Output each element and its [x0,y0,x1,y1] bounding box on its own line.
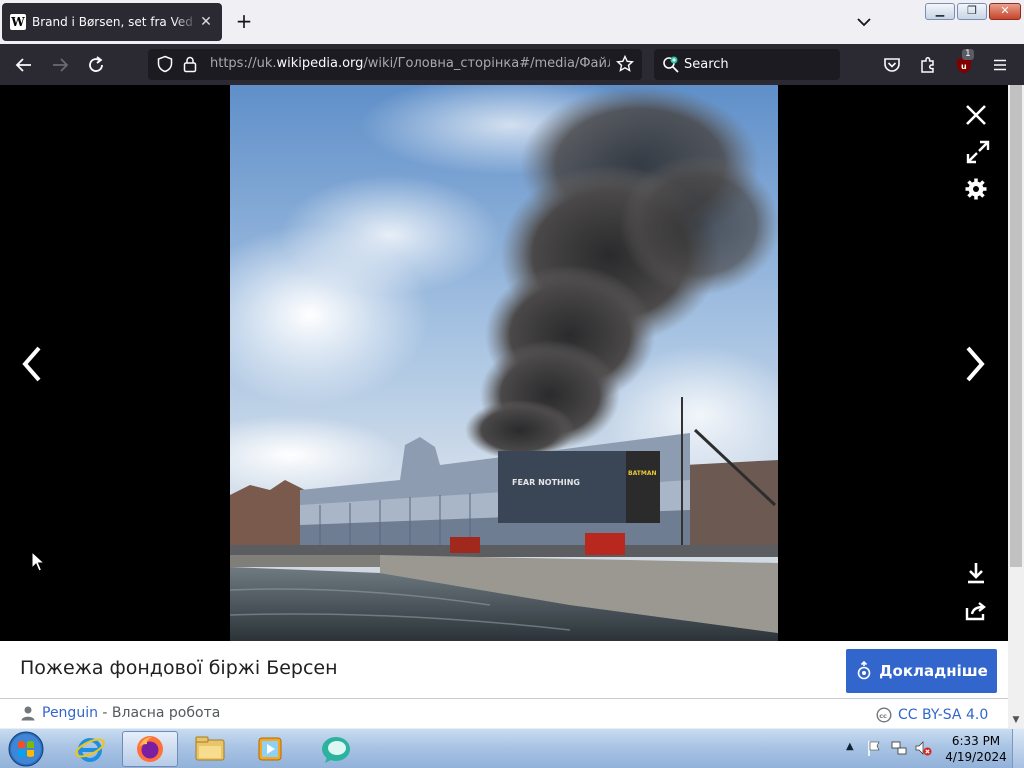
lock-icon[interactable] [182,55,198,77]
media-viewer: FEAR NOTHING BATMAN [0,85,1008,641]
show-hidden-icons-chevron-up-icon[interactable]: ▲ [846,741,854,752]
fire-photo[interactable]: FEAR NOTHING BATMAN [230,85,778,641]
list-all-tabs-chevron-down-icon[interactable] [854,12,874,32]
search-placeholder: Search [684,57,729,72]
internet-explorer-icon[interactable] [62,731,118,767]
more-details-label: Докладніше [879,662,988,680]
messenger-app-icon[interactable] [308,731,364,767]
windows-taskbar: ▲ 6:33 PM 4/19/2024 [0,728,1024,768]
scroll-down-arrow-icon[interactable]: ▼ [1008,712,1024,728]
svg-text:u: u [961,62,967,71]
url-path: /wiki/Головна_сторінка#/media/Файл:Brand… [363,56,610,71]
tab-close-icon[interactable]: ✕ [198,14,214,30]
author-line: Penguin - Власна робота [20,705,220,721]
reload-icon[interactable] [84,53,108,77]
action-center-flag-icon[interactable] [866,739,882,761]
billboard-text: FEAR NOTHING [512,478,580,487]
author-suffix: - Власна робота [97,705,221,721]
svg-text:cc: cc [879,712,887,720]
image-caption: Пожежа фондової біржі Берсен [20,657,338,679]
commons-logo-icon [857,661,871,680]
tab-title: Brand i Børsen, set fra Ved Stranden [32,15,198,29]
license-label: CC BY-SA 4.0 [898,707,989,723]
hamburger-menu-icon[interactable] [988,53,1012,77]
forward-arrow-icon[interactable] [48,53,72,77]
volume-muted-icon[interactable] [914,739,932,761]
navigation-toolbar: https://uk.wikipedia.org/wiki/Головна_ст… [0,44,1024,85]
network-icon[interactable] [890,739,908,761]
creative-commons-icon: cc [876,707,892,723]
tracking-protection-shield-icon[interactable] [156,55,174,77]
more-details-button[interactable]: Докладніше [846,649,997,693]
url-prefix: https://uk. [210,56,277,71]
taskbar-clock[interactable]: 6:33 PM 4/19/2024 [944,733,1008,765]
close-viewer-x-icon[interactable] [962,101,990,129]
page-scrollbar[interactable]: ▼ [1008,85,1024,728]
download-icon[interactable] [962,559,990,587]
system-tray: ▲ 6:33 PM 4/19/2024 [840,729,1024,768]
file-explorer-icon[interactable] [182,731,238,767]
window-restore-button[interactable]: ❐ [957,3,987,20]
license-link[interactable]: cc CC BY-SA 4.0 [876,707,988,723]
firefox-icon[interactable] [122,731,178,767]
fullscreen-expand-icon[interactable] [964,138,992,166]
tab-active[interactable]: W Brand i Børsen, set fra Ved Stranden ✕ [2,3,222,41]
info-divider [0,698,1008,699]
billboard-brand: BATMAN [628,470,656,477]
url-domain: wikipedia.org [276,56,364,71]
next-image-chevron-right-icon[interactable] [960,346,990,382]
media-player-icon[interactable] [242,731,298,767]
ublock-origin-icon[interactable]: u 1 [952,49,976,77]
pocket-icon[interactable] [880,53,904,77]
previous-image-chevron-left-icon[interactable] [17,346,47,382]
start-button[interactable] [4,730,48,768]
search-engine-icon[interactable] [662,56,680,78]
url-text[interactable]: https://uk.wikipedia.org/wiki/Головна_ст… [210,56,610,71]
settings-gear-icon[interactable] [962,175,990,203]
scrollbar-thumb[interactable] [1010,85,1022,567]
wikipedia-favicon-icon: W [10,14,26,30]
new-tab-button[interactable]: + [234,11,254,31]
user-icon [21,706,35,721]
show-desktop-button[interactable] [1012,729,1024,768]
search-box[interactable]: Search [654,49,840,80]
screen: W Brand i Børsen, set fra Ved Stranden ✕… [0,0,1024,768]
share-icon[interactable] [962,597,990,625]
media-info-panel: Пожежа фондової біржі Берсен Докладніше … [0,641,1008,728]
addon-badge-count: 1 [962,49,974,60]
clock-date: 4/19/2024 [945,750,1007,764]
mouse-cursor-icon [31,550,46,577]
clock-time: 6:33 PM [951,734,1001,748]
window-minimize-button[interactable]: ▁ [925,3,955,20]
extensions-puzzle-icon[interactable] [916,53,940,77]
address-bar[interactable]: https://uk.wikipedia.org/wiki/Головна_ст… [148,49,642,80]
bookmark-star-icon[interactable] [615,54,635,77]
back-arrow-icon[interactable] [12,53,36,77]
tab-strip: W Brand i Børsen, set fra Ved Stranden ✕… [0,0,1024,44]
window-close-button[interactable]: ✕ [989,3,1021,20]
author-link[interactable]: Penguin [42,705,98,721]
